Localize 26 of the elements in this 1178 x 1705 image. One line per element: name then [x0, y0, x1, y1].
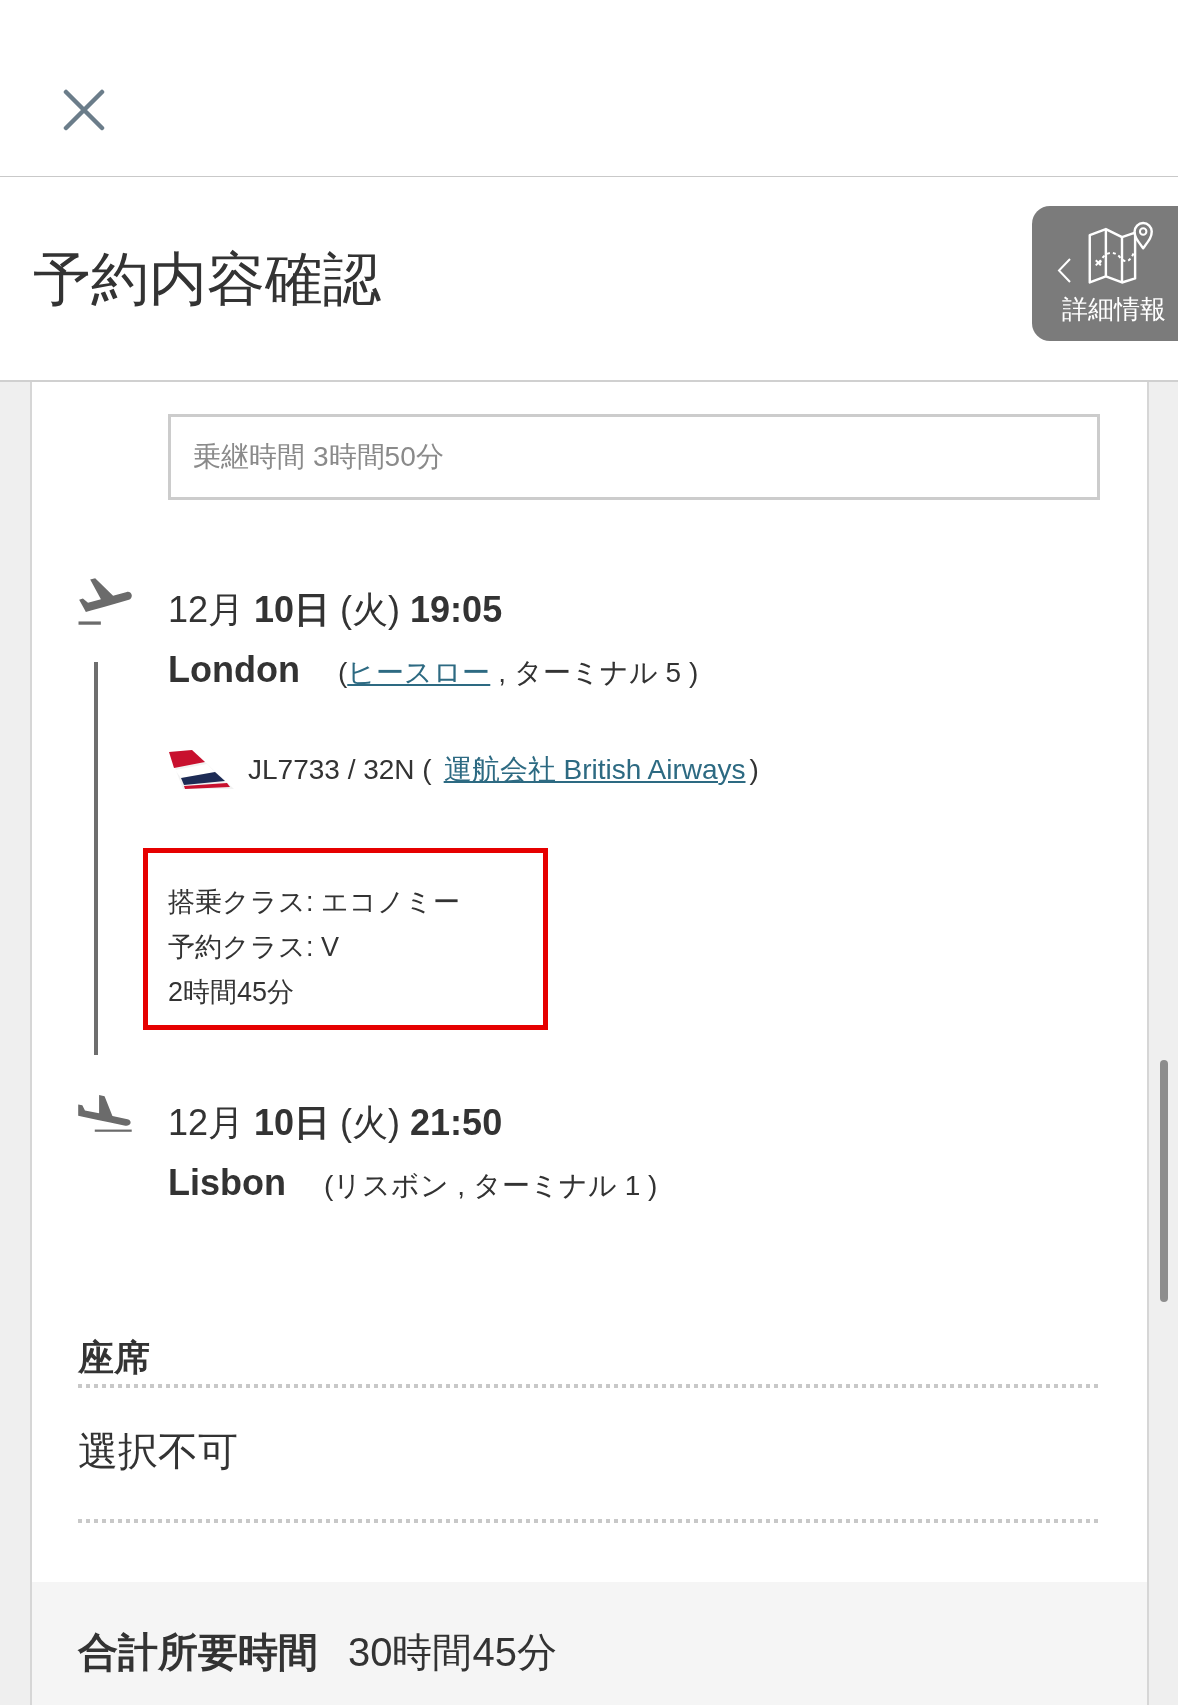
takeoff-plane-icon	[78, 578, 132, 625]
seat-value: 選択不可	[78, 1428, 238, 1475]
total-label: 合計所要時間	[78, 1629, 318, 1676]
scrollbar-thumb[interactable]	[1160, 1060, 1168, 1302]
class-info-line: 予約クラス: V	[168, 931, 339, 964]
class-info-line: 2時間45分	[168, 976, 295, 1009]
page-title: 予約内容確認	[33, 246, 381, 311]
city-name: London	[168, 650, 300, 690]
operator-link[interactable]: 運航会社 British Airways	[443, 753, 746, 785]
landing-plane-icon	[78, 1095, 132, 1132]
seat-heading: 座席	[78, 1338, 150, 1378]
flight-info: JL7733 / 32N ( 運航会社 British Airways)	[248, 752, 759, 787]
airport-info: (リスボン , ターミナル 1 )	[324, 1169, 658, 1203]
flight-date-time: 12月 10日 (火) 21:50	[168, 1103, 503, 1143]
close-icon[interactable]	[63, 89, 105, 131]
layover-notice: 乗継時間 3時間50分	[168, 414, 1100, 500]
flight-date-time: 12月 10日 (火) 19:05	[168, 590, 503, 630]
airport-link[interactable]: ヒースロー	[347, 657, 491, 688]
map-icon[interactable]	[1088, 220, 1155, 284]
chevron-left-icon[interactable]	[1057, 257, 1072, 284]
tail-fin-icon	[168, 749, 235, 790]
details-button[interactable]: 詳細情報	[1032, 206, 1178, 341]
airport-info: (ヒースロー , ターミナル 5 )	[337, 656, 699, 690]
city-name: Lisbon	[168, 1163, 286, 1203]
class-info-line: 搭乗クラス: エコノミー	[168, 886, 460, 919]
total-value: 30時間45分	[348, 1629, 557, 1676]
